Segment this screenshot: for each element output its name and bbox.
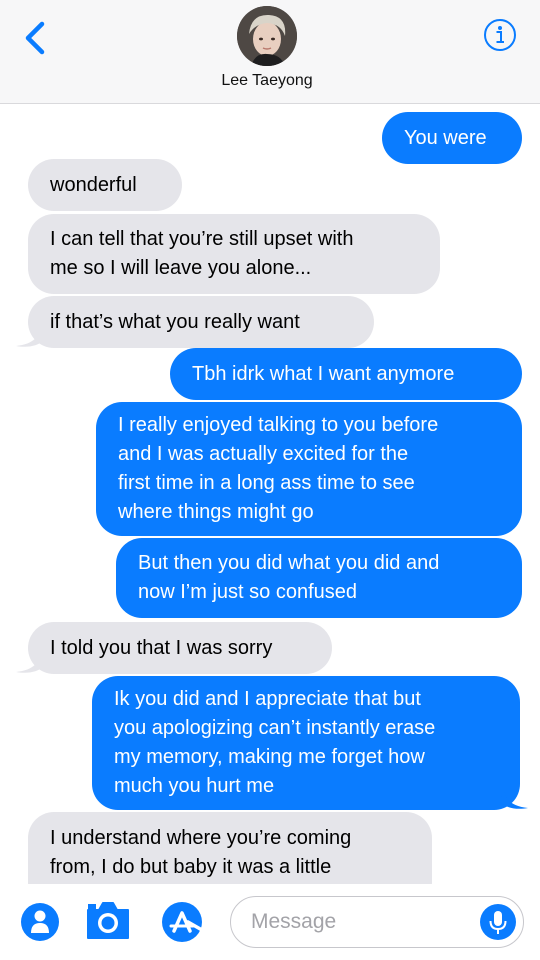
message-field[interactable] — [230, 896, 524, 948]
composer-bar — [0, 884, 540, 960]
message-line: now I’m just so confused — [138, 581, 357, 603]
message-line: and I was actually excited for the — [118, 443, 409, 465]
message-line: where things might go — [118, 501, 314, 523]
message-line: first time in a long ass time to see — [118, 472, 415, 494]
message-text: if that’s what you really want — [50, 310, 300, 333]
message-bubble-outgoing[interactable]: You were — [382, 112, 522, 164]
camera-icon[interactable] — [84, 898, 132, 942]
message-bubble-incoming[interactable]: I told you that I was sorry — [28, 622, 332, 674]
message-thread[interactable]: You were wonderful I can tell that you’r… — [0, 104, 540, 884]
avatar[interactable] — [237, 6, 297, 66]
message-line: much you hurt me — [114, 775, 275, 797]
message-bubble-outgoing[interactable]: But then you did what you did and now I’… — [116, 538, 522, 618]
message-line: me so I will leave you alone... — [50, 257, 312, 279]
info-icon[interactable] — [483, 18, 517, 52]
contact-name[interactable]: Lee Taeyong — [0, 72, 534, 90]
message-line: Ik you did and I appreciate that but — [114, 688, 421, 710]
message-bubble-outgoing[interactable]: I really enjoyed talking to you before a… — [96, 402, 522, 536]
microphone-icon[interactable] — [479, 903, 517, 941]
message-line: But then you did what you did and — [138, 552, 440, 574]
bubble-tail-outgoing — [500, 788, 528, 809]
bubble-tail-incoming — [16, 652, 44, 673]
message-line: I really enjoyed talking to you before — [118, 414, 439, 436]
message-bubble-outgoing[interactable]: Ik you did and I appreciate that but you… — [92, 676, 520, 810]
message-line: my memory, making me forget how — [114, 746, 425, 768]
message-line: from, I do but baby it was a little — [50, 856, 332, 878]
message-bubble-incoming[interactable]: I can tell that you’re still upset with … — [28, 214, 440, 294]
message-text: I told you that I was sorry — [50, 636, 273, 659]
message-bubble-incoming[interactable]: wonderful — [28, 159, 182, 211]
message-bubble-outgoing[interactable]: Tbh idrk what I want anymore — [170, 348, 522, 400]
message-text: You were — [404, 126, 487, 149]
conversation-header: Lee Taeyong — [0, 0, 540, 104]
message-line: I can tell that you’re still upset with — [50, 228, 354, 250]
message-bubble-incoming[interactable]: if that’s what you really want — [28, 296, 374, 348]
back-chevron-icon[interactable] — [18, 18, 52, 58]
message-line: I understand where you’re coming — [50, 827, 352, 849]
appstore-icon[interactable] — [20, 902, 60, 942]
message-text: Tbh idrk what I want anymore — [192, 362, 455, 385]
bubble-tail-incoming — [16, 326, 44, 347]
message-text: wonderful — [50, 173, 137, 196]
message-input[interactable] — [251, 907, 471, 937]
message-bubble-incoming[interactable]: I understand where you’re coming from, I… — [28, 812, 432, 884]
message-line: you apologizing can’t instantly erase — [114, 717, 436, 739]
apps-icon[interactable] — [160, 900, 206, 944]
